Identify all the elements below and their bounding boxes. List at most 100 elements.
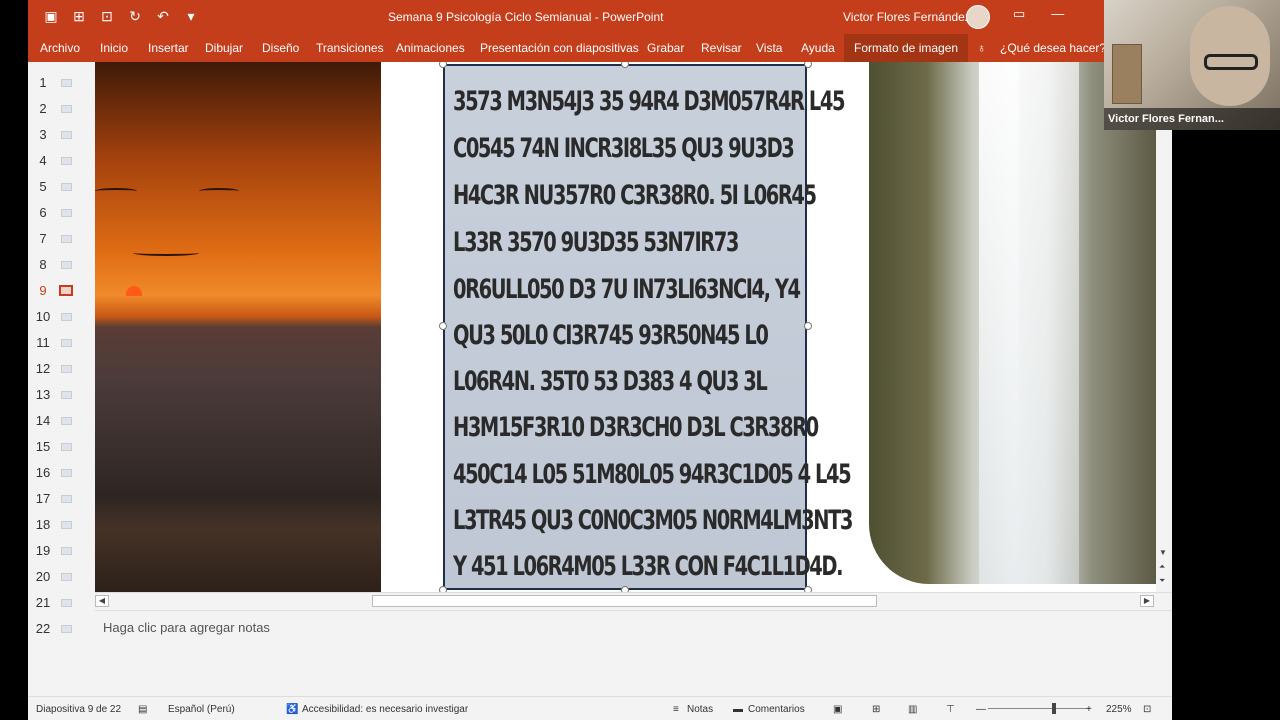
scroll-down-icon[interactable]: ▼ [1159, 548, 1167, 557]
thumbnail-slide[interactable]: 17 [28, 489, 94, 509]
scroll-right-icon[interactable]: ▶ [1140, 595, 1154, 607]
slide-canvas[interactable]: 3573 M3N54J3 35 94R4 D3M057R4R L45 C0545… [95, 62, 1156, 592]
thumbnail-number: 11 [36, 335, 50, 350]
text-line: 3573 M3N54J3 35 94R4 D3M057R4R L45 [453, 86, 845, 117]
repeat-icon[interactable]: ↻ [126, 7, 144, 25]
title-bar: ▣ ⊞ ⊡ ↻ ↶ ▾ Semana 9 Psicología Ciclo Se… [28, 0, 1172, 34]
undo-icon[interactable]: ↶ [154, 7, 172, 25]
tab-diseno[interactable]: Diseño [262, 41, 299, 55]
account-name[interactable]: Victor Flores Fernández [843, 10, 971, 24]
thumbnail-slide[interactable]: 4 [28, 151, 94, 171]
customize-icon[interactable]: ▾ [182, 7, 200, 25]
accessibility-icon[interactable]: ♿ [286, 704, 298, 715]
thumbnail-image [61, 547, 72, 555]
water-stream [979, 62, 1019, 584]
thumbnail-slide[interactable]: 22 [28, 619, 94, 639]
tab-archivo[interactable]: Archivo [40, 41, 80, 55]
tab-revisar[interactable]: Revisar [701, 41, 742, 55]
resize-handle[interactable] [804, 322, 812, 330]
thumbnail-slide[interactable]: 15 [28, 437, 94, 457]
tab-ayuda[interactable]: Ayuda [801, 41, 835, 55]
thumbnail-number: 6 [39, 205, 47, 220]
scrollbar-thumb[interactable] [372, 595, 877, 607]
zoom-level[interactable]: 225% [1106, 704, 1132, 715]
thumbnail-image [61, 625, 72, 633]
notes-placeholder[interactable]: Haga clic para agregar notas [103, 620, 270, 635]
thumbnail-number: 20 [35, 569, 51, 584]
previous-slide-icon[interactable]: ⏶ [1159, 562, 1165, 572]
thumbnail-slide[interactable]: 1 [28, 73, 94, 93]
open-icon[interactable]: ⊡ [98, 7, 116, 25]
thumbnail-slide[interactable]: 19 [28, 541, 94, 561]
save-icon[interactable]: ▣ [42, 7, 60, 25]
thumbnail-image [61, 599, 72, 607]
tab-presentacion[interactable]: Presentación con diapositivas [480, 41, 639, 55]
tab-animaciones[interactable]: Animaciones [396, 41, 465, 55]
notes-button[interactable]: Notas [687, 704, 713, 715]
tab-formato-de-imagen[interactable]: Formato de imagen [844, 34, 969, 62]
thumbnail-slide[interactable]: 12 [28, 359, 94, 379]
screen-black-border-left [0, 0, 28, 720]
notes-check-icon[interactable]: ▤ [138, 704, 147, 715]
text-line: L06R4N. 35T0 53 D383 4 QU3 3L [453, 366, 768, 397]
tab-grabar[interactable]: Grabar [647, 41, 684, 55]
thumbnail-number: 13 [35, 387, 51, 402]
thumbnail-slide[interactable]: 8 [28, 255, 94, 275]
thumbnail-slide-active[interactable]: 9 [28, 281, 94, 301]
tab-dibujar[interactable]: Dibujar [205, 41, 243, 55]
vertical-scrollbar[interactable]: ▼ ⏶ ⏷ [1156, 62, 1172, 592]
ribbon-display-icon[interactable]: ▭ [1013, 6, 1025, 22]
thumbnail-slide[interactable]: 14 [28, 411, 94, 431]
webcam-overlay: Victor Flores Fernan... [1104, 0, 1280, 130]
zoom-slider-knob[interactable] [1052, 703, 1056, 714]
glasses-shape [1204, 54, 1258, 70]
scroll-left-icon[interactable]: ◀ [95, 595, 109, 607]
thumbnail-slide[interactable]: 10 [28, 307, 94, 327]
tell-me-search[interactable]: ¿Qué desea hacer? [1000, 41, 1106, 55]
notes-icon[interactable]: ≡ [673, 704, 679, 715]
thumbnail-slide[interactable]: 18 [28, 515, 94, 535]
sunset-image[interactable] [95, 62, 381, 592]
water-stream [1019, 62, 1079, 584]
thumbnail-slide[interactable]: 13 [28, 385, 94, 405]
tab-transiciones[interactable]: Transiciones [316, 41, 384, 55]
thumbnail-slide[interactable]: 16 [28, 463, 94, 483]
thumbnail-slide[interactable]: 11 [28, 333, 94, 353]
thumbnail-slide[interactable]: 5 [28, 177, 94, 197]
background-poster [1112, 44, 1142, 104]
thumbnail-slide[interactable]: 7 [28, 229, 94, 249]
avatar[interactable] [966, 5, 990, 29]
waterfall-image[interactable] [869, 62, 1156, 584]
reading-view-icon[interactable]: ▥ [908, 704, 917, 715]
language-status[interactable]: Español (Perú) [168, 704, 235, 715]
thumbnail-slide[interactable]: 2 [28, 99, 94, 119]
thumbnail-slide[interactable]: 20 [28, 567, 94, 587]
presenter-icon[interactable]: ⊞ [70, 7, 88, 25]
notes-pane[interactable]: Haga clic para agregar notas [95, 610, 1172, 696]
horizontal-scrollbar[interactable]: ◀ ▶ [95, 592, 1172, 608]
fit-slide-icon[interactable]: ⊡ [1143, 704, 1151, 715]
comments-button[interactable]: Comentarios [748, 704, 805, 715]
tab-vista[interactable]: Vista [756, 41, 782, 55]
resize-handle[interactable] [439, 322, 447, 330]
thumbnail-slide[interactable]: 3 [28, 125, 94, 145]
minimize-icon[interactable]: — [1051, 6, 1064, 22]
zoom-slider[interactable] [988, 708, 1090, 709]
text-line: C0545 74N INCR3I8L35 QU3 9U3D3 [453, 133, 795, 164]
resize-handle[interactable] [804, 62, 812, 68]
selected-picture-textbox[interactable]: 3573 M3N54J3 35 94R4 D3M057R4R L45 C0545… [443, 64, 853, 590]
slide-sorter-icon[interactable]: ⊞ [872, 704, 880, 715]
accessibility-status[interactable]: Accesibilidad: es necesario investigar [302, 704, 468, 715]
zoom-in-icon[interactable]: + [1086, 704, 1092, 715]
normal-view-icon[interactable]: ▣ [833, 704, 842, 715]
zoom-out-icon[interactable]: — [976, 704, 986, 715]
thumbnail-number: 12 [35, 361, 51, 376]
tab-insertar[interactable]: Insertar [148, 41, 189, 55]
thumbnail-slide[interactable]: 6 [28, 203, 94, 223]
powerpoint-window: ▣ ⊞ ⊡ ↻ ↶ ▾ Semana 9 Psicología Ciclo Se… [28, 0, 1172, 720]
comments-icon[interactable]: ▬ [733, 704, 743, 715]
thumbnail-slide[interactable]: 21 [28, 593, 94, 613]
tab-inicio[interactable]: Inicio [100, 41, 128, 55]
next-slide-icon[interactable]: ⏷ [1159, 576, 1165, 586]
slideshow-icon[interactable]: ⊤ [946, 704, 955, 715]
